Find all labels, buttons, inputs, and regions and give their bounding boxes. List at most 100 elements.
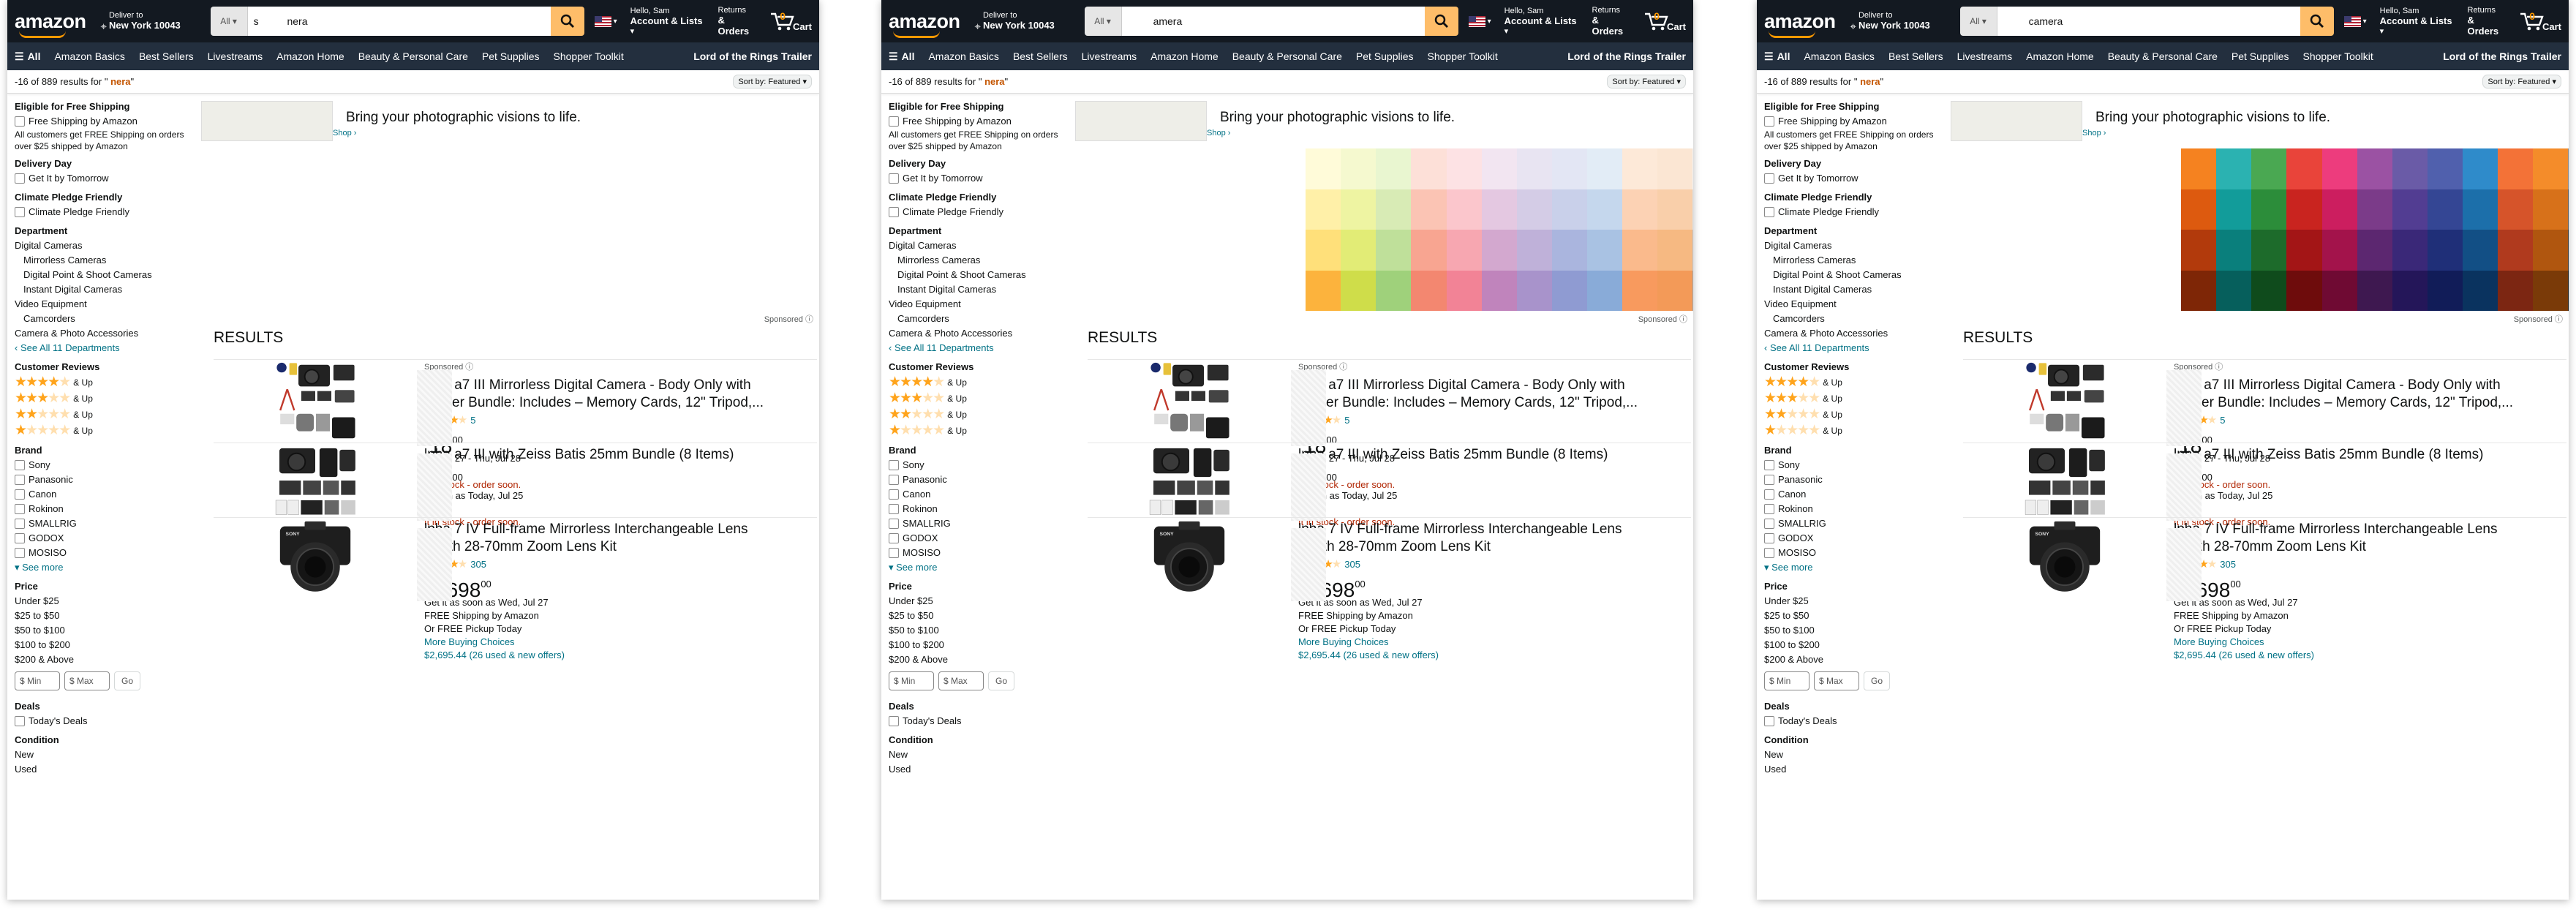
returns-orders[interactable]: Returns & Orders — [718, 6, 757, 37]
rating-count[interactable]: 5 — [470, 414, 475, 426]
color-swatch[interactable] — [1657, 189, 1693, 230]
color-swatch[interactable] — [1516, 270, 1552, 311]
product-image-link[interactable] — [1088, 443, 1291, 518]
subnav-link[interactable]: Amazon Basics — [54, 50, 124, 62]
price-range-link[interactable]: Under $25 — [889, 594, 1075, 609]
product-image-link[interactable]: SONY — [1088, 518, 1291, 598]
search-category-select[interactable]: All ▾ — [1084, 7, 1122, 36]
product-image-link[interactable] — [1088, 360, 1291, 443]
brand-checkbox[interactable]: Canon — [15, 487, 201, 502]
subnav-link[interactable]: Shopper Toolkit — [554, 50, 624, 62]
color-swatch[interactable] — [1657, 230, 1693, 271]
color-swatch[interactable] — [1411, 148, 1447, 189]
all-menu-button[interactable]: ☰ All — [889, 50, 914, 63]
color-swatch[interactable] — [2392, 189, 2428, 230]
color-swatch[interactable] — [2216, 148, 2252, 189]
department-link[interactable]: Mirrorless Cameras — [889, 253, 1075, 268]
promo-link[interactable]: Lord of the Rings Trailer — [693, 50, 812, 62]
color-swatch[interactable] — [2498, 230, 2534, 271]
color-swatch[interactable] — [1587, 189, 1623, 230]
color-swatch[interactable] — [2216, 189, 2252, 230]
climate-checkbox[interactable]: Climate Pledge Friendly — [1764, 205, 1951, 219]
color-swatch[interactable] — [1622, 270, 1658, 311]
color-swatch[interactable] — [2463, 189, 2498, 230]
price-range-link[interactable]: $25 to $50 — [889, 609, 1075, 623]
subnav-link[interactable]: Amazon Home — [276, 50, 344, 62]
subnav-link[interactable]: Pet Supplies — [2232, 50, 2289, 62]
deliver-to[interactable]: ⌖ Deliver to New York 10043 — [975, 11, 1079, 32]
price-range-link[interactable]: $25 to $50 — [1764, 609, 1951, 623]
product-card[interactable]: SONY lpha 7 IV Full-frame Mirrorless Int… — [1088, 517, 1691, 660]
color-swatch[interactable] — [2427, 270, 2463, 311]
product-card[interactable]: Sponsored ⓘ lpha a7 III Mirrorless Digit… — [214, 359, 817, 490]
color-swatch[interactable] — [2321, 230, 2357, 271]
see-more-link[interactable]: ▾ See more — [889, 560, 1075, 575]
color-swatch[interactable] — [2427, 189, 2463, 230]
color-swatch[interactable] — [2357, 189, 2392, 230]
amazon-logo[interactable]: amazon — [15, 10, 86, 38]
free-shipping-checkbox[interactable]: Free Shipping by Amazon — [889, 114, 1075, 129]
brand-checkbox[interactable]: GODOX — [15, 531, 201, 546]
color-swatch[interactable] — [1516, 189, 1552, 230]
color-swatch[interactable] — [1657, 148, 1693, 189]
product-card[interactable]: Sponsored ⓘ lpha a7 III Mirrorless Digit… — [1963, 359, 2566, 490]
color-swatch[interactable] — [1481, 270, 1517, 311]
color-swatch[interactable] — [1516, 230, 1552, 271]
color-swatch[interactable] — [1306, 148, 1341, 189]
rating-filter[interactable]: ★★★★★ & Up — [1764, 391, 1951, 407]
color-swatch[interactable] — [1516, 148, 1552, 189]
color-swatch[interactable] — [2181, 189, 2217, 230]
color-swatch[interactable] — [2463, 270, 2498, 311]
account-lists[interactable]: Hello, Sam Account & Lists ▾ — [1504, 7, 1579, 37]
free-shipping-checkbox[interactable]: Free Shipping by Amazon — [15, 114, 201, 129]
brand-checkbox[interactable]: MOSISO — [889, 546, 1075, 560]
used-offers-link[interactable]: $2,695.44 (26 used & new offers) — [2174, 649, 2565, 662]
see-all-departments-link[interactable]: ‹ See All 11 Departments — [889, 341, 1075, 355]
department-link[interactable]: Camcorders — [1764, 312, 1951, 326]
rating-count[interactable]: 305 — [470, 558, 486, 571]
subnav-link[interactable]: Amazon Home — [1150, 50, 1219, 62]
color-swatch[interactable] — [2498, 270, 2534, 311]
subnav-link[interactable]: Best Sellers — [1013, 50, 1068, 62]
color-swatch[interactable] — [1376, 148, 1412, 189]
brand-checkbox[interactable]: Canon — [889, 487, 1075, 502]
color-swatch[interactable] — [1376, 270, 1412, 311]
banner-shop-link[interactable]: Shop › — [333, 129, 581, 138]
price-range-link[interactable]: $50 to $100 — [15, 623, 201, 638]
department-link[interactable]: Digital Point & Shoot Cameras — [889, 268, 1075, 282]
price-min-input[interactable]: $ Min — [1764, 671, 1809, 690]
amazon-logo[interactable]: amazon — [889, 10, 960, 38]
color-swatch[interactable] — [1692, 148, 1693, 189]
search-input[interactable] — [1121, 7, 1425, 36]
product-card[interactable]: lpha a7 III with Zeiss Batis 25mm Bundle… — [1088, 443, 1691, 527]
product-title-link[interactable]: lpha a7 III Mirrorless Digital Camera - … — [2174, 377, 2565, 412]
see-all-departments-link[interactable]: ‹ See All 11 Departments — [1764, 341, 1951, 355]
price-go-button[interactable]: Go — [114, 671, 141, 690]
rating-filter[interactable]: ★★★★★ & Up — [15, 423, 201, 439]
color-swatch[interactable] — [2321, 148, 2357, 189]
price-range-link[interactable]: $200 & Above — [889, 652, 1075, 667]
subnav-link[interactable]: Shopper Toolkit — [1428, 50, 1498, 62]
search-button[interactable] — [2300, 7, 2334, 36]
product-price[interactable]: $2,69800 — [1298, 578, 1690, 600]
price-range-link[interactable]: $200 & Above — [1764, 652, 1951, 667]
product-title-link[interactable]: lpha a7 III Mirrorless Digital Camera - … — [424, 377, 816, 412]
price-range-link[interactable]: $200 & Above — [15, 652, 201, 667]
color-swatch[interactable] — [2181, 270, 2217, 311]
rating-count[interactable]: 305 — [2220, 558, 2236, 571]
product-price[interactable]: $9800 — [2174, 471, 2565, 494]
subnav-link[interactable]: Pet Supplies — [482, 50, 540, 62]
us-flag-icon[interactable] — [2343, 15, 2361, 27]
price-go-button[interactable]: Go — [1864, 671, 1891, 690]
us-flag-icon[interactable] — [1468, 15, 1485, 27]
product-title-link[interactable]: lpha a7 III with Zeiss Batis 25mm Bundle… — [424, 446, 816, 464]
sort-dropdown[interactable]: Sort by: Featured ▾ — [2482, 75, 2561, 89]
color-swatch[interactable] — [1622, 148, 1658, 189]
color-swatch[interactable] — [2251, 270, 2287, 311]
delivery-checkbox[interactable]: Get It by Tomorrow — [1764, 171, 1951, 186]
color-swatch[interactable] — [1411, 270, 1447, 311]
subnav-link[interactable]: Beauty & Personal Care — [1232, 50, 1342, 62]
price-range-link[interactable]: Under $25 — [1764, 594, 1951, 609]
brand-checkbox[interactable]: SMALLRIG — [1764, 516, 1951, 531]
all-menu-button[interactable]: ☰ All — [1764, 50, 1790, 63]
